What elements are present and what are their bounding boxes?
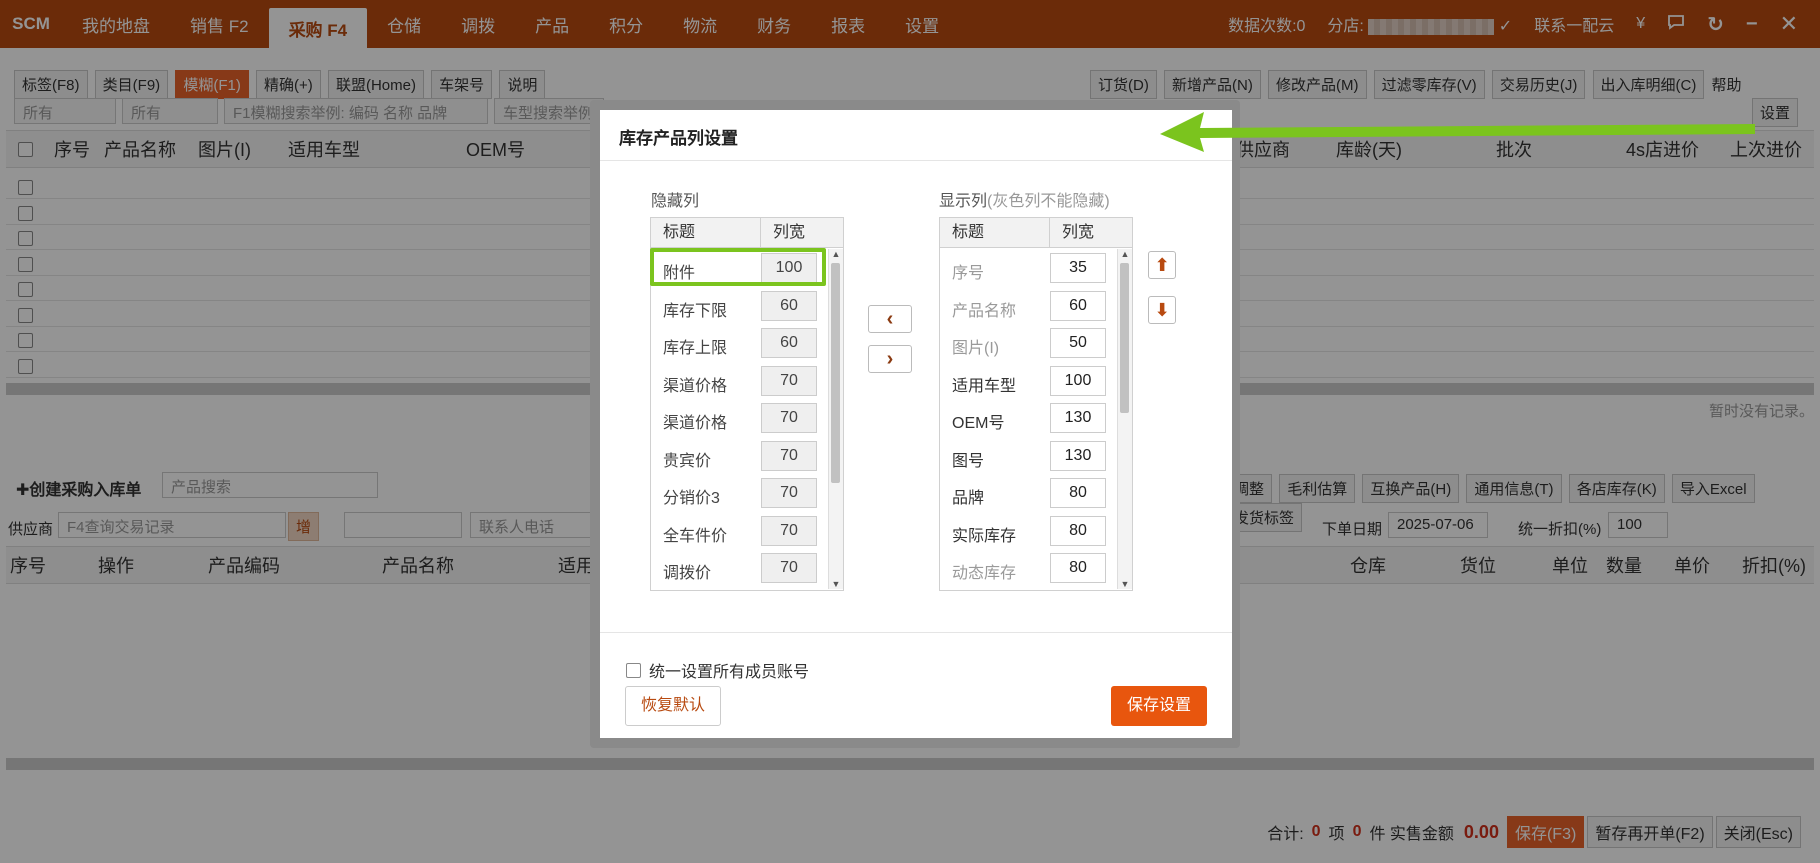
divider [600, 632, 1232, 633]
visible-columns-title: 显示列(灰色列不能隐藏) [939, 187, 1110, 211]
column-label: 产品名称 [952, 302, 1017, 320]
column-width-input[interactable]: 70 [761, 365, 817, 396]
hidden-scroll-thumb[interactable] [831, 263, 840, 483]
column-width-input[interactable]: 80 [1050, 553, 1106, 583]
visible-column-row[interactable]: 序号 35 [940, 249, 1106, 286]
hidden-column-row[interactable]: 全车件价 70 [651, 512, 817, 549]
column-width-input[interactable]: 35 [1050, 253, 1106, 283]
column-width-input[interactable]: 60 [761, 328, 817, 358]
restore-default-button[interactable]: 恢复默认 [625, 686, 721, 726]
column-width-input[interactable]: 60 [1050, 290, 1106, 321]
move-to-hidden-button[interactable]: ‹ [868, 305, 912, 333]
column-width-input[interactable]: 70 [761, 515, 817, 546]
column-width-input[interactable]: 130 [1050, 403, 1106, 433]
hidden-column-row[interactable]: 调拨价 70 [651, 549, 817, 586]
hidden-column-row[interactable]: 库存下限 60 [651, 287, 817, 324]
apply-all-row: 统一设置所有成员账号 [626, 658, 809, 682]
column-label: 图片(I) [952, 340, 1000, 357]
move-down-button[interactable]: ⬇ [1148, 296, 1176, 324]
column-width-input[interactable]: 70 [761, 403, 817, 433]
visible-columns-note: (灰色列不能隐藏) [987, 193, 1110, 210]
column-label: 实际库存 [952, 527, 1017, 545]
hidden-column-row[interactable]: 库存上限 60 [651, 324, 817, 361]
column-label: 品牌 [952, 490, 985, 507]
visible-column-row[interactable]: 图片(I) 50 [940, 324, 1106, 361]
chevron-right-icon: › [886, 348, 894, 370]
apply-all-label: 统一设置所有成员账号 [649, 664, 810, 681]
visible-column-row[interactable]: 适用车型 100 [940, 362, 1106, 399]
visible-table-scrollbar[interactable]: ▲ ▼ [1117, 249, 1132, 589]
column-width-input[interactable]: 80 [1050, 515, 1106, 546]
save-settings-button[interactable]: 保存设置 [1111, 686, 1207, 726]
hidden-column-row[interactable]: 渠道价格 70 [651, 362, 817, 399]
column-label: 全车件价 [663, 527, 728, 545]
visible-column-row[interactable]: 图号 130 [940, 437, 1106, 474]
apply-all-checkbox[interactable] [626, 662, 641, 678]
column-label: 分销价3 [663, 490, 720, 507]
scroll-up-icon[interactable]: ▲ [1118, 249, 1132, 259]
visible-column-row[interactable]: 品牌 80 [940, 474, 1106, 511]
column-label: 序号 [952, 265, 985, 282]
visible-col-header-width: 列宽 [1050, 218, 1132, 248]
column-label: 渠道价格 [663, 377, 728, 395]
scroll-down-icon[interactable]: ▼ [829, 579, 843, 589]
column-width-input[interactable]: 50 [1050, 328, 1106, 358]
visible-column-row[interactable]: 产品名称 60 [940, 287, 1106, 324]
column-width-input[interactable]: 130 [1050, 440, 1106, 471]
arrow-up-icon: ⬆ [1154, 255, 1170, 275]
column-label: 图号 [952, 452, 985, 470]
column-width-input[interactable]: 80 [1050, 478, 1106, 508]
visible-col-header-title: 标题 [940, 218, 1050, 248]
column-label: 贵宾价 [663, 452, 712, 470]
visible-columns-label: 显示列 [939, 193, 988, 210]
column-width-input[interactable]: 70 [761, 553, 817, 583]
arrow-down-icon: ⬇ [1154, 300, 1170, 320]
column-width-input[interactable]: 100 [1050, 365, 1106, 396]
hidden-col-header-title: 标题 [651, 218, 761, 248]
column-label: 库存上限 [663, 340, 728, 357]
column-width-input[interactable]: 70 [761, 478, 817, 508]
visible-columns-table: 标题 列宽 序号 35 产品名称 60 图片(I) 50 适用车型 100 OEM号 130 图号 1… [939, 217, 1133, 591]
column-label: 渠道价格 [663, 415, 728, 432]
column-label: 适用车型 [952, 377, 1017, 395]
visible-scroll-thumb[interactable] [1120, 263, 1129, 413]
hidden-columns-title: 隐藏列 [651, 193, 700, 210]
column-label: 调拨价 [663, 565, 712, 582]
annotation-arrow-icon [1160, 112, 1755, 152]
scroll-up-icon[interactable]: ▲ [829, 249, 843, 259]
visible-column-row[interactable]: OEM号 130 [940, 399, 1106, 436]
column-settings-dialog: 库存产品列设置 隐藏列 显示列(灰色列不能隐藏) 标题 列宽 附件 100 库存下限… [600, 110, 1232, 738]
hidden-col-header-width: 列宽 [761, 218, 843, 248]
highlight-box [650, 248, 826, 286]
hidden-table-scrollbar[interactable]: ▲ ▼ [828, 249, 843, 589]
column-width-input[interactable]: 60 [761, 290, 817, 321]
chevron-left-icon: ‹ [886, 308, 894, 330]
move-up-button[interactable]: ⬆ [1148, 251, 1176, 279]
scroll-down-icon[interactable]: ▼ [1118, 579, 1132, 589]
dialog-title: 库存产品列设置 [619, 129, 738, 148]
hidden-column-row[interactable]: 分销价3 70 [651, 474, 817, 511]
column-label: 动态库存 [952, 565, 1017, 582]
column-label: OEM号 [952, 415, 1005, 432]
move-to-visible-button[interactable]: › [868, 345, 912, 373]
column-label: 库存下限 [663, 302, 728, 320]
divider [600, 160, 1232, 161]
column-width-input[interactable]: 70 [761, 440, 817, 471]
visible-column-row[interactable]: 实际库存 80 [940, 512, 1106, 549]
visible-column-row[interactable]: 动态库存 80 [940, 549, 1106, 586]
hidden-column-row[interactable]: 渠道价格 70 [651, 399, 817, 436]
hidden-column-row[interactable]: 贵宾价 70 [651, 437, 817, 474]
